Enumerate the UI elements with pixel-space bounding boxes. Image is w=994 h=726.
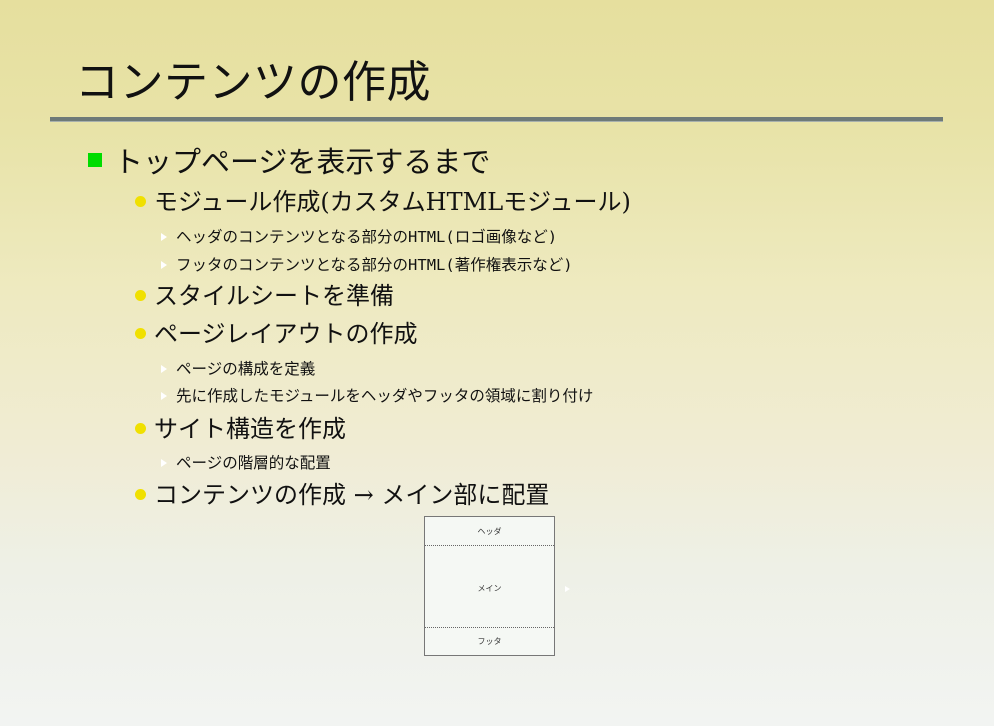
bullet-level2-text: スタイルシートを準備: [154, 282, 394, 310]
small-triangle-icon: [565, 586, 570, 592]
diagram-main-label: メイン: [477, 583, 502, 593]
page-layout-diagram: ヘッダ メイン フッタ: [424, 516, 555, 656]
white-triangle-bullet-icon: [161, 364, 167, 373]
bullet-level2-text: ページレイアウトの作成: [154, 320, 418, 348]
bullet-level2: スタイルシートを準備: [135, 281, 394, 311]
yellow-dot-bullet-icon: [135, 488, 146, 500]
green-square-bullet-icon: [88, 153, 102, 167]
diagram-header-zone: ヘッダ: [425, 517, 554, 546]
bullet-level3: ページの構成を定義: [161, 358, 315, 380]
yellow-dot-bullet-icon: [135, 422, 146, 434]
bullet-level2-text: モジュール作成(カスタムHTMLモジュール): [154, 188, 631, 216]
yellow-dot-bullet-icon: [135, 195, 146, 207]
slide: コンテンツの作成 トップページを表示するまで モジュール作成(カスタムHTMLモ…: [0, 0, 994, 726]
bullet-level3: フッタのコンテンツとなる部分のHTML(著作権表示など): [161, 254, 573, 276]
diagram-footer-zone: フッタ: [425, 627, 554, 655]
bullet-level3-text: フッタのコンテンツとなる部分のHTML(著作権表示など): [176, 256, 573, 274]
bullet-level3-text: ヘッダのコンテンツとなる部分のHTML(ロゴ画像など): [176, 228, 558, 246]
bullet-level2-text: コンテンツの作成 → メイン部に配置: [154, 481, 550, 509]
white-triangle-bullet-icon: [161, 260, 167, 269]
bullet-level3-text: 先に作成したモジュールをヘッダやフッタの領域に割り付け: [176, 387, 594, 405]
bullet-level2: ページレイアウトの作成: [135, 319, 418, 349]
bullet-level3: ページの階層的な配置: [161, 452, 331, 474]
slide-title: コンテンツの作成: [75, 57, 431, 108]
bullet-level3-text: ページの階層的な配置: [176, 454, 331, 472]
bullet-level2: サイト構造を作成: [135, 414, 346, 444]
bullet-level3-text: ページの構成を定義: [176, 360, 316, 378]
bullet-level3: 先に作成したモジュールをヘッダやフッタの領域に割り付け: [161, 385, 593, 407]
title-divider: [50, 117, 943, 121]
diagram-main-zone: メイン: [425, 546, 554, 630]
bullet-level2-text: サイト構造を作成: [154, 415, 346, 443]
bullet-level3: ヘッダのコンテンツとなる部分のHTML(ロゴ画像など): [161, 226, 557, 248]
yellow-dot-bullet-icon: [135, 327, 146, 339]
yellow-dot-bullet-icon: [135, 289, 146, 301]
bullet-level1: トップページを表示するまで: [88, 145, 490, 179]
white-triangle-bullet-icon: [161, 391, 167, 400]
white-triangle-bullet-icon: [161, 458, 167, 467]
bullet-level1-text: トップページを表示するまで: [114, 145, 491, 179]
bullet-level2: モジュール作成(カスタムHTMLモジュール): [135, 187, 631, 217]
diagram-footer-label: フッタ: [477, 637, 502, 646]
white-triangle-bullet-icon: [161, 232, 167, 241]
bullet-level2: コンテンツの作成 → メイン部に配置: [135, 480, 549, 510]
diagram-header-label: ヘッダ: [477, 526, 502, 536]
